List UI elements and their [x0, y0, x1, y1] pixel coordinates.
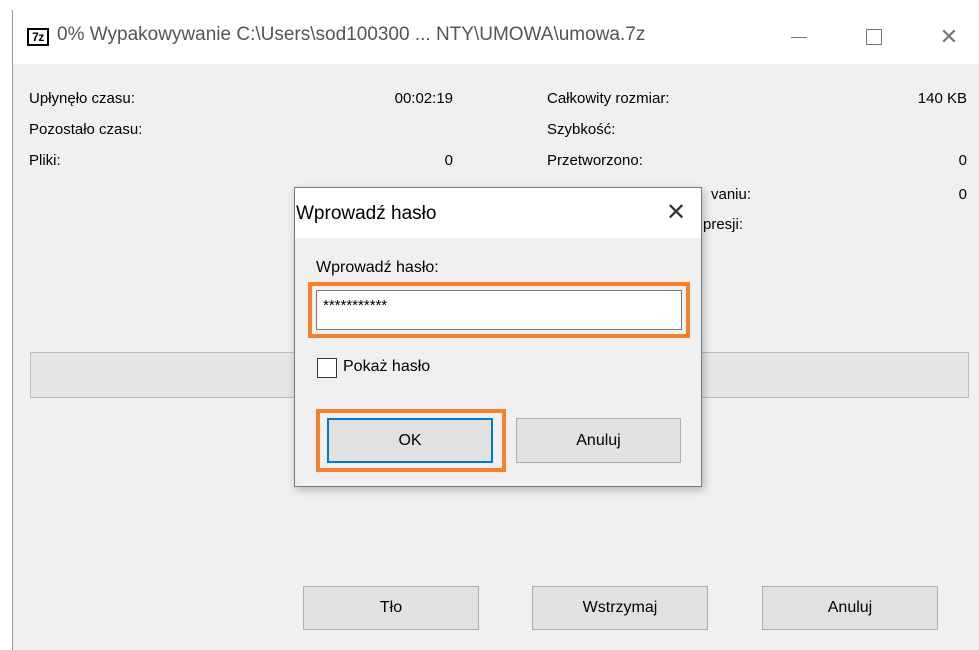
- dialog-title: Wprowadź hasło: [296, 203, 437, 224]
- close-button[interactable]: ✕: [929, 22, 969, 52]
- maximize-button[interactable]: [854, 22, 894, 52]
- processed-value: 0: [958, 152, 967, 169]
- dialog-cancel-button[interactable]: Anuluj: [516, 418, 681, 463]
- elapsed-label: Upłynęło czasu:: [29, 90, 135, 107]
- total-size-value: 140 KB: [917, 90, 967, 107]
- close-icon: ✕: [939, 24, 959, 49]
- password-input[interactable]: [316, 290, 682, 330]
- minimize-button[interactable]: [779, 22, 819, 52]
- processed-label: Przetworzono:: [547, 152, 643, 169]
- dialog-close-button[interactable]: ✕: [661, 198, 691, 228]
- minimize-icon: [791, 37, 807, 38]
- password-dialog: Wprowadź hasło ✕ Wprowadź hasło: Pokaż h…: [294, 187, 702, 487]
- window-title: 0% Wypakowywanie C:\Users\sod100300 ... …: [57, 24, 646, 45]
- close-icon: ✕: [665, 199, 687, 226]
- compressed-size-value: 0: [958, 186, 967, 203]
- show-password-label: Pokaż hasło: [343, 358, 431, 375]
- cancel-button[interactable]: Anuluj: [762, 586, 938, 630]
- show-password-checkbox[interactable]: [317, 358, 337, 378]
- pause-button[interactable]: Wstrzymaj: [532, 586, 708, 630]
- total-size-label: Całkowity rozmiar:: [547, 90, 670, 107]
- window-titlebar: 7z 0% Wypakowywanie C:\Users\sod100300 .…: [13, 10, 979, 64]
- remaining-label: Pozostało czasu:: [29, 121, 143, 138]
- ok-button[interactable]: OK: [327, 418, 493, 463]
- compressed-size-label-partial: vaniu:: [711, 186, 752, 203]
- maximize-icon: [866, 29, 882, 45]
- files-label: Pliki:: [29, 152, 61, 169]
- background-button[interactable]: Tło: [303, 586, 479, 630]
- speed-label: Szybkość:: [547, 121, 616, 138]
- password-prompt-label: Wprowadź hasło:: [316, 259, 439, 276]
- compression-ratio-label-partial: presji:: [703, 216, 744, 233]
- app-icon: 7z: [27, 28, 49, 46]
- files-value: 0: [444, 152, 453, 169]
- dialog-titlebar: Wprowadź hasło ✕: [295, 188, 701, 238]
- elapsed-value: 00:02:19: [394, 90, 453, 107]
